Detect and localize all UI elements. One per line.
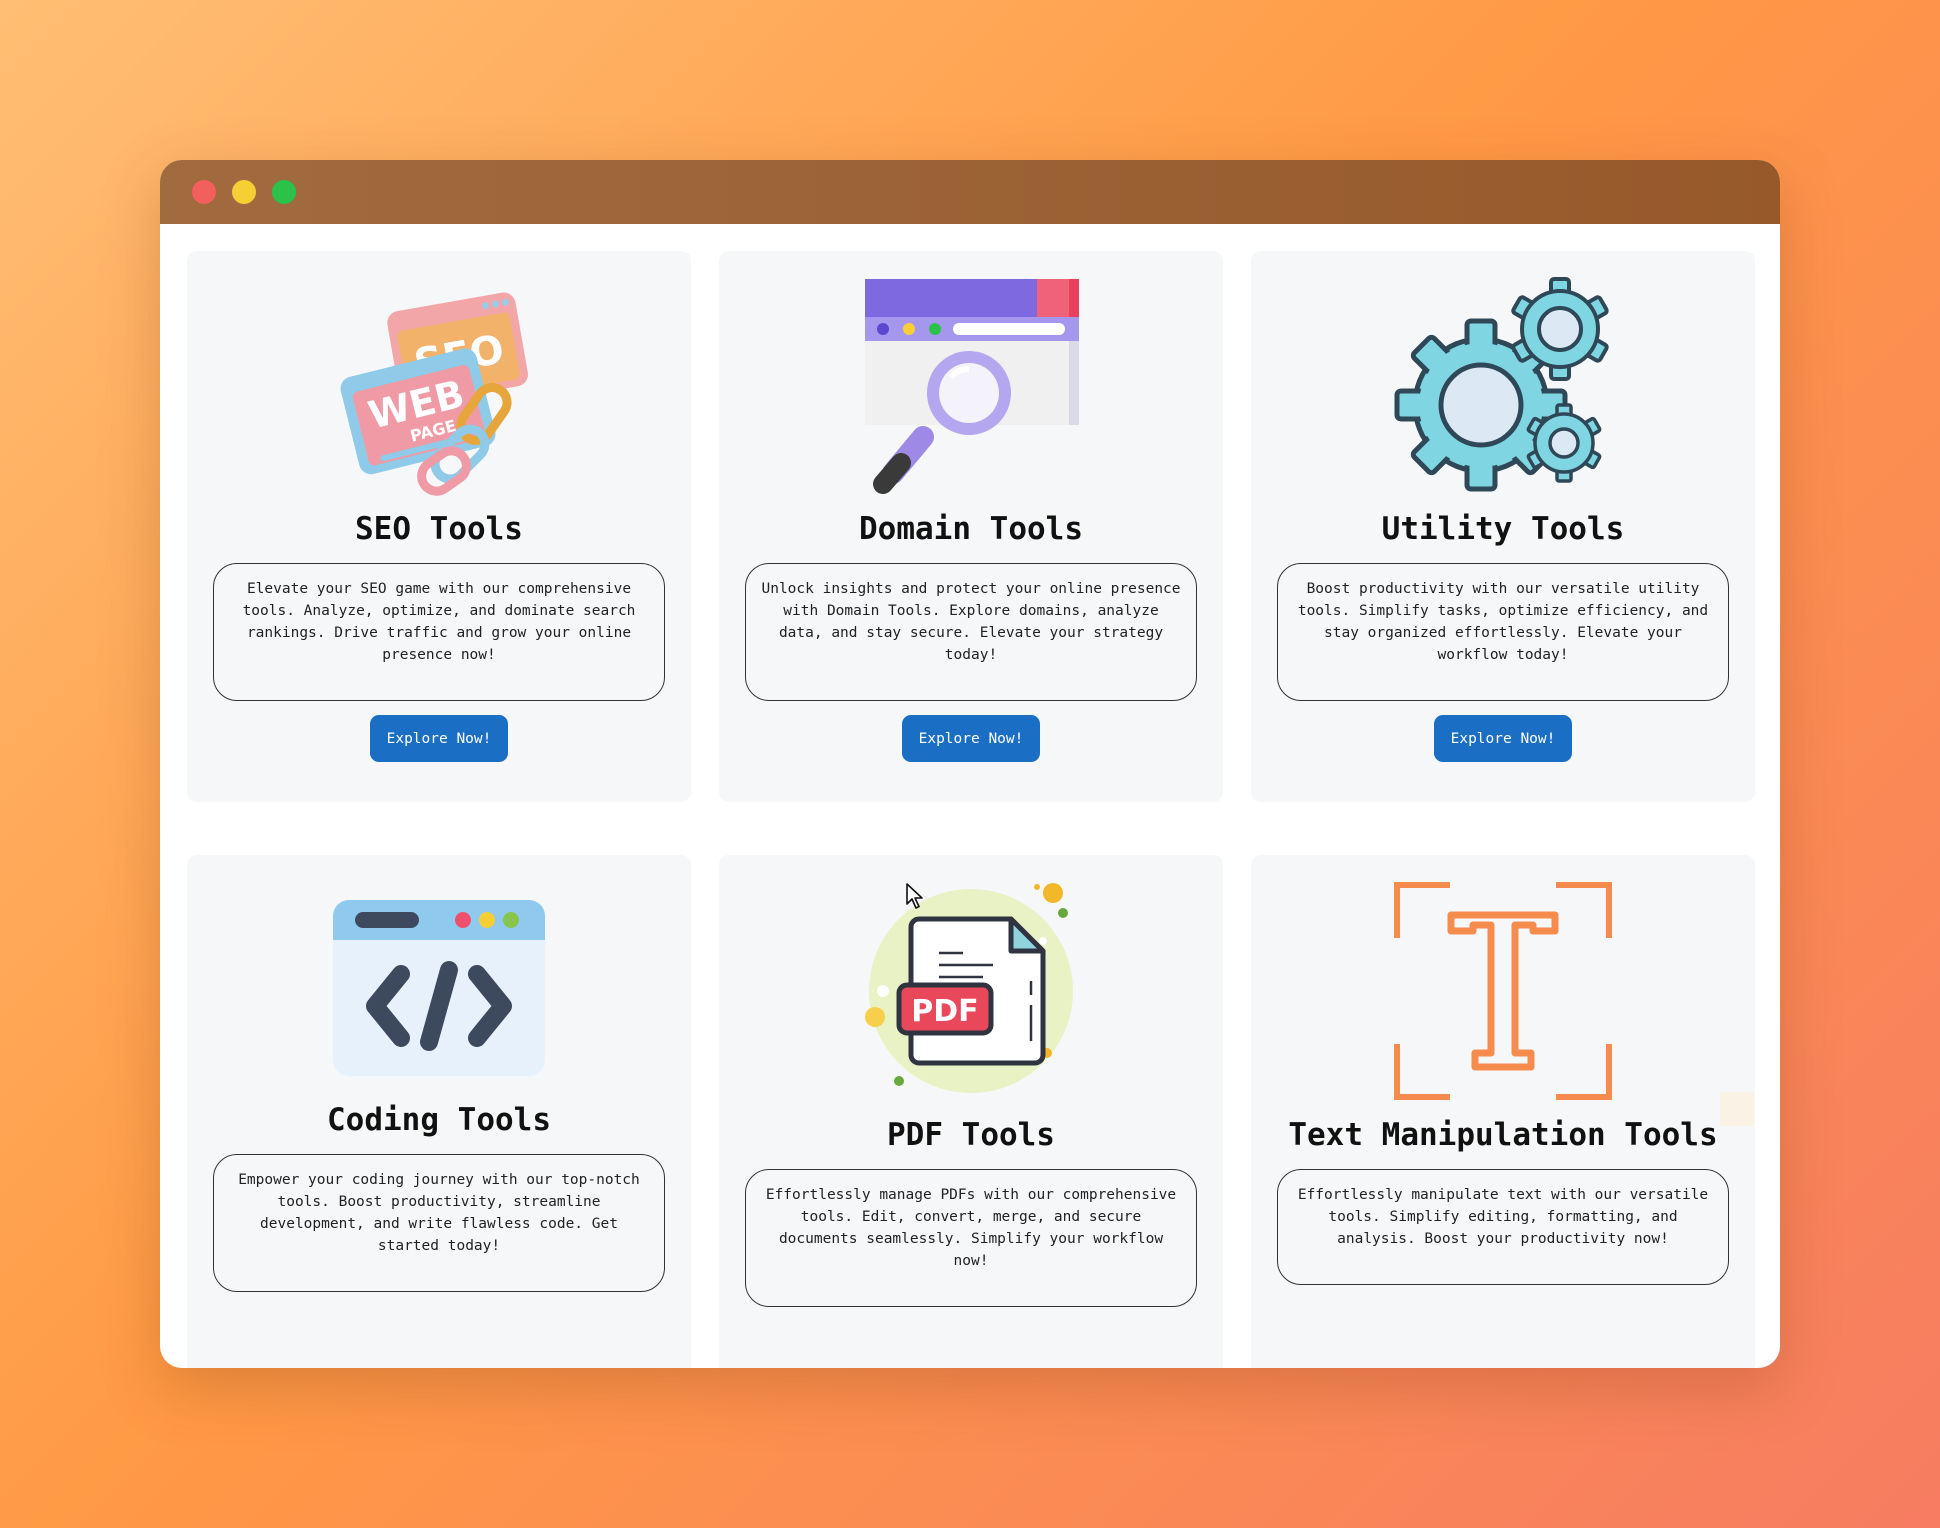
card-description: Effortlessly manipulate text with our ve…: [1277, 1169, 1729, 1285]
card-coding-tools: Coding Tools Empower your coding journey…: [187, 855, 691, 1368]
pdf-document-icon: PDF: [861, 881, 1081, 1101]
card-seo-tools: SEO WEB PAGE: [187, 251, 691, 802]
explore-domain-tools-button[interactable]: Explore Now!: [901, 715, 1041, 762]
card-title: Text Manipulation Tools: [1288, 1117, 1718, 1153]
seo-webpage-icon: SEO WEB PAGE: [329, 277, 549, 497]
close-window-button[interactable]: [192, 180, 216, 204]
card-domain-tools: Domain Tools Unlock insights and protect…: [719, 251, 1223, 802]
card-title: Utility Tools: [1381, 511, 1625, 547]
domain-search-icon: [861, 277, 1081, 497]
svg-text:PDF: PDF: [911, 994, 978, 1029]
card-title: SEO Tools: [355, 511, 523, 547]
card-description: Elevate your SEO game with our comprehen…: [213, 563, 665, 701]
minimize-window-button[interactable]: [232, 180, 256, 204]
text-frame-icon: [1393, 881, 1613, 1101]
explore-utility-tools-button[interactable]: Explore Now!: [1433, 715, 1573, 762]
mouse-cursor-icon: [906, 883, 923, 909]
explore-seo-tools-button[interactable]: Explore Now!: [369, 715, 509, 762]
card-description: Empower your coding journey with our top…: [213, 1154, 665, 1292]
card-utility-tools: Utility Tools Boost productivity with ou…: [1251, 251, 1755, 802]
gears-icon: [1393, 277, 1613, 497]
card-title: Coding Tools: [327, 1102, 551, 1138]
tools-grid: SEO WEB PAGE: [160, 224, 1780, 1368]
card-description: Effortlessly manage PDFs with our compre…: [745, 1169, 1197, 1307]
card-title: Domain Tools: [859, 511, 1083, 547]
card-description: Unlock insights and protect your online …: [745, 563, 1197, 701]
maximize-window-button[interactable]: [272, 180, 296, 204]
card-title: PDF Tools: [887, 1117, 1055, 1153]
card-description: Boost productivity with our versatile ut…: [1277, 563, 1729, 701]
browser-window: SEO WEB PAGE: [160, 160, 1780, 1368]
card-pdf-tools: PDF PDF Tools Effortlessly manage PDFs w…: [719, 855, 1223, 1368]
window-titlebar: [160, 160, 1780, 224]
side-panel-handle[interactable]: [1720, 1092, 1754, 1126]
card-text-manipulation-tools: Text Manipulation Tools Effortlessly man…: [1251, 855, 1755, 1368]
code-window-icon: [329, 895, 549, 1080]
